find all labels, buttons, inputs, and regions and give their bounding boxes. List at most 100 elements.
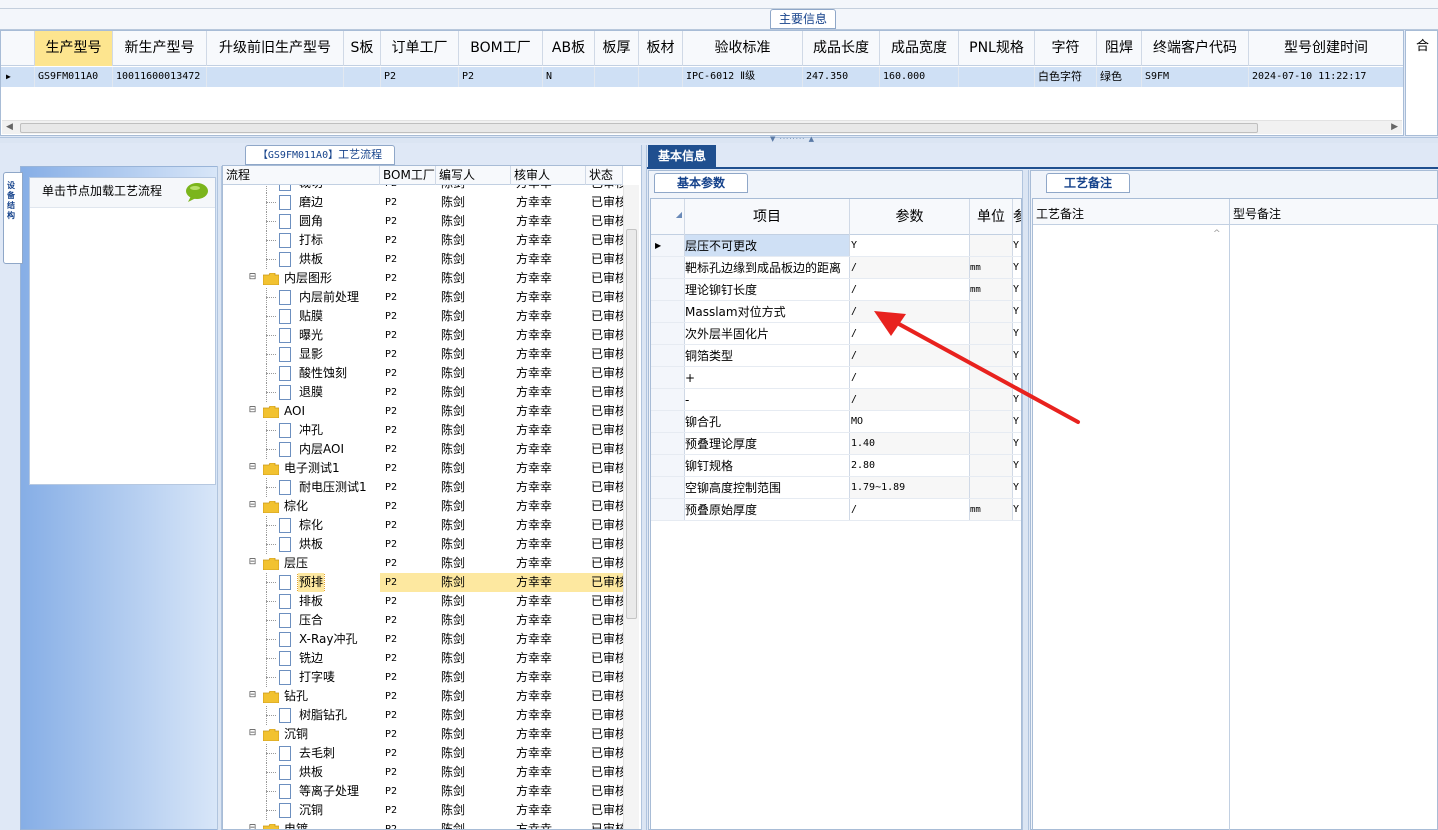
tree-node-label[interactable]: 沉铜: [283, 725, 309, 744]
tree-node-label[interactable]: 压合: [298, 611, 324, 630]
tree-node[interactable]: 显影: [223, 345, 380, 364]
tree-row[interactable]: 圆角 P2 陈剑 方幸幸 已审核: [223, 212, 623, 231]
col-customer-code[interactable]: 终端客户代码: [1142, 31, 1249, 66]
tree-node-label[interactable]: 烘板: [298, 535, 324, 554]
tree-vscrollbar[interactable]: [623, 185, 639, 829]
collapse-icon[interactable]: ⊟: [248, 273, 257, 283]
param-row[interactable]: 空铆高度控制范围 1.79~1.89 Y: [651, 477, 1021, 499]
right-splitter[interactable]: [1022, 170, 1029, 830]
col-material[interactable]: 板材: [639, 31, 683, 66]
tree-node-label[interactable]: 圆角: [298, 212, 324, 231]
col-s-board[interactable]: S板: [344, 31, 381, 66]
col-extra[interactable]: 参: [1013, 199, 1021, 235]
tree-node[interactable]: 烘板: [223, 763, 380, 782]
tree-node[interactable]: X-Ray冲孔: [223, 630, 380, 649]
tree-row[interactable]: 耐电压测试1 P2 陈剑 方幸幸 已审核: [223, 478, 623, 497]
tree-node-label[interactable]: 烘板: [298, 250, 324, 269]
tree-node-label[interactable]: AOI: [283, 402, 306, 421]
tab-process-remark[interactable]: 工艺备注: [1046, 173, 1130, 193]
tree-row[interactable]: ⊟ 电子测试1 P2 陈剑 方幸幸 已审核: [223, 459, 623, 478]
col-created[interactable]: 型号创建时间: [1249, 31, 1403, 66]
tree-node-label[interactable]: 内层图形: [283, 269, 333, 288]
product-grid-hscrollbar[interactable]: ◀ ▶: [2, 120, 1402, 134]
collapse-icon[interactable]: ⊟: [248, 558, 257, 568]
col-char[interactable]: 字符: [1035, 31, 1097, 66]
tree-node-label[interactable]: 裁切: [298, 185, 324, 193]
tree-node-label[interactable]: 退膜: [298, 383, 324, 402]
tree-row[interactable]: 烘板 P2 陈剑 方幸幸 已审核: [223, 250, 623, 269]
tree-node[interactable]: 沉铜: [223, 801, 380, 820]
tree-row[interactable]: ⊟ 电镀 P2 陈剑 方幸幸 已审核: [223, 820, 623, 830]
tree-node[interactable]: 裁切: [223, 185, 380, 193]
tree-node-label[interactable]: 曝光: [298, 326, 324, 345]
cell-bom-factory[interactable]: P2: [459, 67, 543, 87]
row-selector[interactable]: [651, 323, 685, 344]
row-selector[interactable]: [651, 301, 685, 322]
tree-node[interactable]: 预排: [223, 573, 380, 592]
tree-node-label[interactable]: 磨边: [298, 193, 324, 212]
row-selector[interactable]: ▶: [651, 235, 685, 256]
tree-node-label[interactable]: 棕化: [298, 516, 324, 535]
tree-node-label[interactable]: 铣边: [298, 649, 324, 668]
col-item[interactable]: 项目: [685, 199, 850, 235]
tree-scroll-thumb[interactable]: [626, 229, 637, 619]
tree-node[interactable]: 打字唛: [223, 668, 380, 687]
collapse-icon[interactable]: ⊟: [248, 729, 257, 739]
tree-node[interactable]: 等离子处理: [223, 782, 380, 801]
tree-node-label[interactable]: 耐电压测试1: [298, 478, 368, 497]
tree-row[interactable]: 铣边 P2 陈剑 方幸幸 已审核: [223, 649, 623, 668]
param-row[interactable]: 预叠理论厚度 1.40 Y: [651, 433, 1021, 455]
tree-row[interactable]: ⊟ 钻孔 P2 陈剑 方幸幸 已审核: [223, 687, 623, 706]
param-value[interactable]: Y: [850, 235, 970, 256]
tree-row[interactable]: 压合 P2 陈剑 方幸幸 已审核: [223, 611, 623, 630]
tree-node-label[interactable]: 贴膜: [298, 307, 324, 326]
tree-node[interactable]: 圆角: [223, 212, 380, 231]
tree-node-label[interactable]: 冲孔: [298, 421, 324, 440]
cell-order-factory[interactable]: P2: [381, 67, 459, 87]
col-status[interactable]: 状态: [586, 166, 623, 185]
tree-row[interactable]: 去毛刺 P2 陈剑 方幸幸 已审核: [223, 744, 623, 763]
tree-row[interactable]: 酸性蚀刻 P2 陈剑 方幸幸 已审核: [223, 364, 623, 383]
cell-width[interactable]: 160.000: [880, 67, 959, 87]
cell-old-model[interactable]: [207, 67, 344, 87]
cell-pnl[interactable]: [959, 67, 1035, 87]
col-length[interactable]: 成品长度: [803, 31, 880, 66]
tree-node-label[interactable]: 电子测试1: [283, 459, 341, 478]
tree-row[interactable]: 烘板 P2 陈剑 方幸幸 已审核: [223, 535, 623, 554]
cell-customer-code[interactable]: S9FM: [1142, 67, 1249, 87]
tab-process-flow[interactable]: 【GS9FM011A0】工艺流程: [245, 145, 395, 165]
row-selector[interactable]: [651, 345, 685, 366]
col-param[interactable]: 参数: [850, 199, 970, 235]
tree-node-label[interactable]: 电镀: [283, 820, 309, 829]
tab-main-info[interactable]: 主要信息: [770, 9, 836, 29]
tree-node[interactable]: 冲孔: [223, 421, 380, 440]
tree-node-label[interactable]: 去毛刺: [298, 744, 336, 763]
tree-row[interactable]: 曝光 P2 陈剑 方幸幸 已审核: [223, 326, 623, 345]
tree-row[interactable]: 裁切 P2陈剑方幸幸已审核: [223, 185, 623, 193]
row-selector[interactable]: [651, 389, 685, 410]
scroll-left-icon[interactable]: ◀: [6, 122, 13, 132]
tree-node[interactable]: 酸性蚀刻: [223, 364, 380, 383]
tree-node[interactable]: 退膜: [223, 383, 380, 402]
row-selector[interactable]: [651, 455, 685, 476]
tree-node[interactable]: 贴膜: [223, 307, 380, 326]
tree-node[interactable]: ⊟ 电镀: [223, 820, 380, 830]
tree-row[interactable]: 预排 P2陈剑方幸幸已审核: [223, 573, 623, 592]
col-bom-factory[interactable]: BOM工厂: [459, 31, 543, 66]
col-reviewer[interactable]: 核审人: [511, 166, 586, 185]
col-thickness[interactable]: 板厚: [595, 31, 639, 66]
tree-node-label[interactable]: 等离子处理: [298, 782, 360, 801]
tree-node[interactable]: 棕化: [223, 516, 380, 535]
tree-node[interactable]: ⊟ 棕化: [223, 497, 380, 516]
tree-node[interactable]: ⊟ AOI: [223, 402, 380, 421]
param-row[interactable]: 铆钉规格 2.80 Y: [651, 455, 1021, 477]
param-value[interactable]: 1.79~1.89: [850, 477, 970, 498]
tree-node-label[interactable]: 沉铜: [298, 801, 324, 820]
cell-char[interactable]: 白色字符: [1035, 67, 1097, 87]
tree-node-label[interactable]: 内层前处理: [298, 288, 360, 307]
collapse-icon[interactable]: ⊟: [248, 824, 257, 830]
row-selector[interactable]: [651, 367, 685, 388]
param-value[interactable]: /: [850, 499, 970, 520]
col-acceptance[interactable]: 验收标准: [683, 31, 803, 66]
cell-new-model[interactable]: 10011600013472: [113, 67, 207, 87]
